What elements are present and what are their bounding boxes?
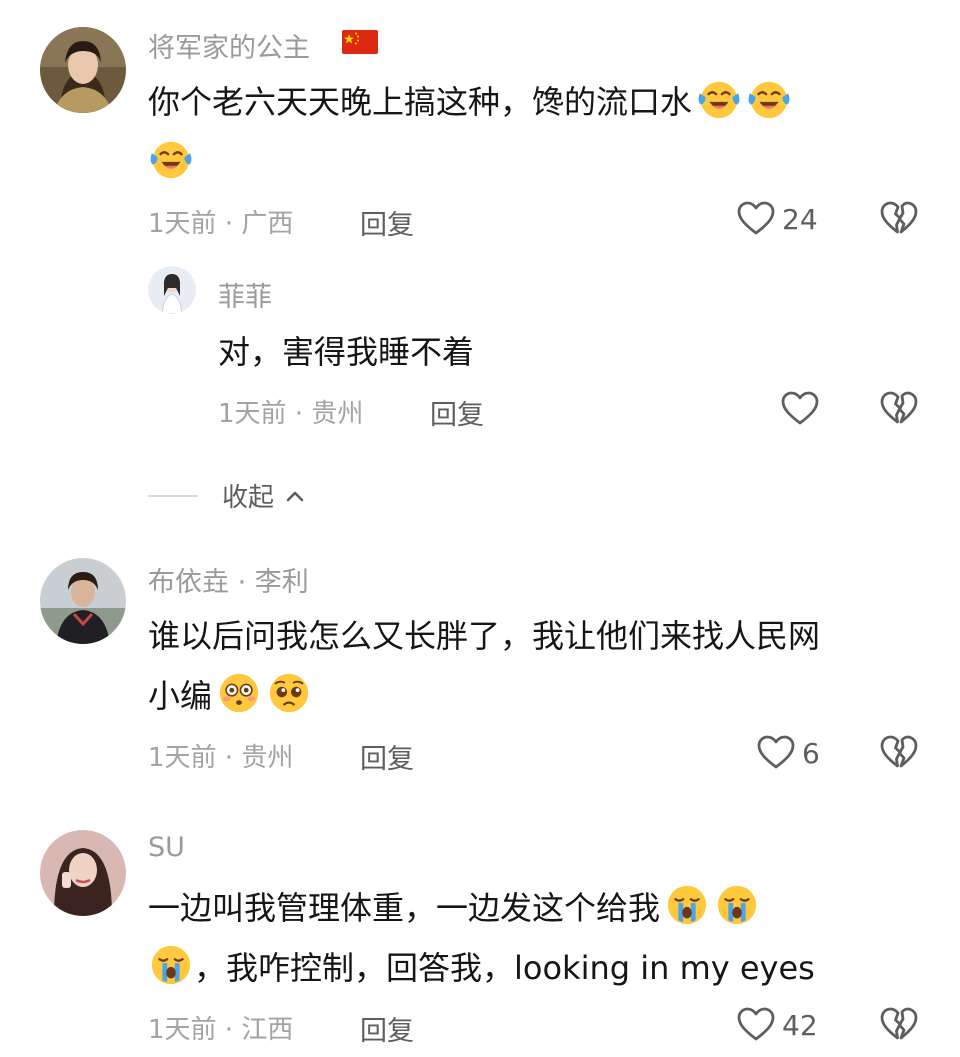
loudly-crying-face-icon: [714, 882, 760, 928]
collapse-replies-button[interactable]: 收起: [148, 477, 306, 514]
comment-text: 你个老六天天晚上搞这种，馋的流口水: [148, 70, 792, 134]
comment-text-continued: 小编: [148, 664, 312, 728]
comment-meta: 1天前 · 贵州: [148, 743, 294, 773]
face-with-tears-of-joy-icon: [148, 136, 194, 182]
comment-text-line: ，我咋控制，回答我，looking in my eyes: [194, 949, 815, 987]
comment-text: 谁以后问我怎么又长胖了，我让他们来找人民网: [148, 617, 821, 655]
china-flag-icon: [342, 30, 378, 54]
heart-icon: [756, 733, 796, 773]
username[interactable]: 菲菲: [218, 275, 272, 314]
comment-meta: 1天前 · 贵州: [218, 399, 364, 429]
like-button[interactable]: 6: [756, 733, 820, 773]
chevron-up-icon: [286, 491, 304, 501]
heart-icon: [736, 199, 776, 239]
comment-text-continued: [148, 130, 194, 194]
username[interactable]: 将军家的公主: [148, 26, 310, 65]
comment-meta: 1天前 · 广西: [148, 209, 294, 239]
comment-text-line: 你个老六天天晚上搞这种，馋的流口水: [148, 83, 693, 121]
broken-heart-icon[interactable]: [879, 389, 919, 429]
reply-button[interactable]: 回复: [430, 393, 484, 432]
collapse-label: 收起: [222, 483, 275, 513]
username[interactable]: SU: [148, 832, 185, 863]
comment-text-line: 一边叫我管理体重，一边发这个给我: [148, 889, 661, 927]
reply-button[interactable]: 回复: [360, 203, 414, 242]
reply-button[interactable]: 回复: [360, 1009, 414, 1048]
like-count: 6: [802, 736, 820, 770]
broken-heart-icon[interactable]: [879, 1005, 919, 1045]
face-with-tears-of-joy-icon: [696, 76, 742, 122]
pleading-face-icon: [266, 670, 312, 716]
divider: [148, 494, 198, 497]
flushed-face-icon: [216, 670, 262, 716]
face-with-tears-of-joy-icon: [746, 76, 792, 122]
broken-heart-icon[interactable]: [879, 733, 919, 773]
like-button[interactable]: 24: [736, 199, 818, 239]
loudly-crying-face-icon: [664, 882, 710, 928]
like-button[interactable]: [780, 389, 826, 429]
heart-icon: [780, 389, 820, 429]
like-button[interactable]: 42: [736, 1005, 818, 1045]
comment-text: 一边叫我管理体重，一边发这个给我: [148, 876, 760, 940]
reply-button[interactable]: 回复: [360, 737, 414, 776]
comment-text: 对，害得我睡不着: [218, 333, 475, 371]
broken-heart-icon[interactable]: [879, 199, 919, 239]
like-count: 42: [782, 1008, 818, 1042]
avatar[interactable]: [40, 27, 126, 113]
comment-text-continued: ，我咋控制，回答我，looking in my eyes: [148, 936, 815, 1000]
avatar[interactable]: [148, 266, 196, 314]
avatar[interactable]: [40, 558, 126, 644]
like-count: 24: [782, 202, 818, 236]
comment-meta: 1天前 · 江西: [148, 1015, 294, 1045]
comment-text-line: 小编: [148, 677, 213, 715]
username[interactable]: 布依垚 · 李利: [148, 560, 309, 599]
avatar[interactable]: [40, 830, 126, 916]
loudly-crying-face-icon: [148, 942, 194, 988]
heart-icon: [736, 1005, 776, 1045]
